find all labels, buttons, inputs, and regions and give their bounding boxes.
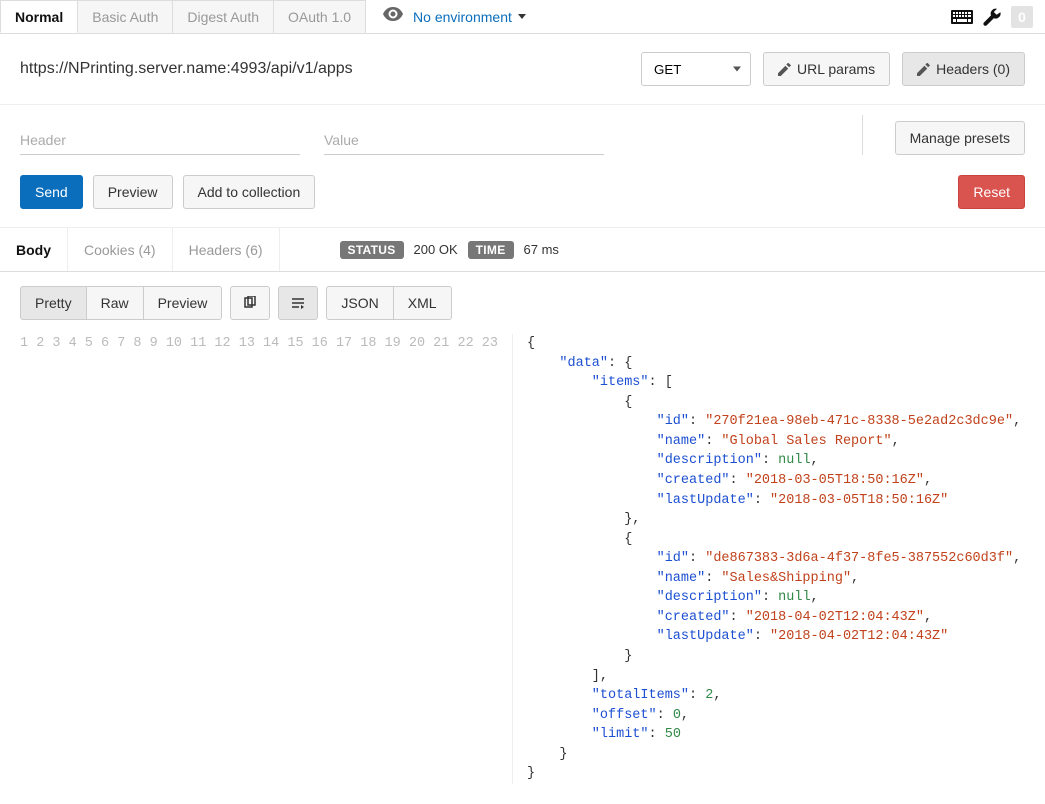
- response-body: 1 2 3 4 5 6 7 8 9 10 11 12 13 14 15 16 1…: [0, 334, 1045, 804]
- code-content[interactable]: { "data": { "items": [ { "id": "270f21ea…: [513, 334, 1021, 784]
- format-xml-button[interactable]: XML: [393, 286, 452, 320]
- time-pill: TIME: [468, 241, 514, 259]
- method-select[interactable]: GET: [641, 52, 751, 86]
- manage-presets-button[interactable]: Manage presets: [895, 121, 1025, 155]
- caret-down-icon: [518, 14, 526, 19]
- response-header: Body Cookies (4) Headers (6) STATUS 200 …: [0, 228, 1045, 272]
- notification-badge[interactable]: 0: [1011, 6, 1033, 28]
- action-row: Send Preview Add to collection Reset: [0, 175, 1045, 228]
- url-params-label: URL params: [797, 61, 875, 77]
- status-area: STATUS 200 OK TIME 67 ms: [340, 241, 559, 259]
- headers-label: Headers (0): [936, 61, 1010, 77]
- environment-label: No environment: [413, 9, 512, 25]
- wrap-lines-button[interactable]: [278, 286, 318, 320]
- environment-area: No environment: [383, 0, 526, 33]
- url-params-button[interactable]: URL params: [763, 52, 890, 86]
- time-value: 67 ms: [524, 242, 559, 257]
- add-to-collection-button[interactable]: Add to collection: [183, 175, 316, 209]
- eye-icon[interactable]: [383, 7, 403, 26]
- top-right-controls: 0: [951, 0, 1045, 33]
- send-button[interactable]: Send: [20, 175, 83, 209]
- auth-tabs: Normal Basic Auth Digest Auth OAuth 1.0: [0, 0, 365, 33]
- preview-button[interactable]: Preview: [93, 175, 173, 209]
- edit-icon: [778, 63, 791, 76]
- copy-icon: [243, 296, 257, 310]
- view-pretty-button[interactable]: Pretty: [20, 286, 87, 320]
- view-mode-group: Pretty Raw Preview: [20, 286, 222, 320]
- reset-button[interactable]: Reset: [958, 175, 1025, 209]
- line-gutter: 1 2 3 4 5 6 7 8 9 10 11 12 13 14 15 16 1…: [20, 334, 513, 784]
- environment-select[interactable]: No environment: [413, 9, 526, 25]
- wrap-icon: [291, 296, 305, 310]
- status-pill: STATUS: [340, 241, 404, 259]
- edit-icon: [917, 63, 930, 76]
- tab-basic-auth[interactable]: Basic Auth: [77, 0, 173, 33]
- headers-kv-row: Manage presets: [0, 105, 1045, 175]
- divider: [862, 115, 863, 155]
- tab-response-headers[interactable]: Headers (6): [173, 228, 280, 271]
- request-row: GET URL params Headers (0): [0, 34, 1045, 105]
- view-preview-button[interactable]: Preview: [143, 286, 223, 320]
- url-input[interactable]: [20, 60, 629, 78]
- format-group: JSON XML: [326, 286, 451, 320]
- tab-digest-auth[interactable]: Digest Auth: [172, 0, 274, 33]
- keyboard-icon[interactable]: [951, 10, 973, 24]
- tab-normal[interactable]: Normal: [0, 0, 78, 33]
- copy-button[interactable]: [230, 286, 270, 320]
- headers-button[interactable]: Headers (0): [902, 52, 1025, 86]
- format-json-button[interactable]: JSON: [326, 286, 393, 320]
- status-value: 200 OK: [414, 242, 458, 257]
- view-raw-button[interactable]: Raw: [86, 286, 144, 320]
- top-bar: Normal Basic Auth Digest Auth OAuth 1.0 …: [0, 0, 1045, 34]
- header-name-input[interactable]: [20, 126, 300, 155]
- header-value-input[interactable]: [324, 126, 604, 155]
- body-toolbar: Pretty Raw Preview JSON XML: [0, 272, 1045, 334]
- tab-cookies[interactable]: Cookies (4): [68, 228, 173, 271]
- settings-icon[interactable]: [983, 8, 1001, 26]
- tab-oauth[interactable]: OAuth 1.0: [273, 0, 366, 33]
- tab-body[interactable]: Body: [0, 228, 68, 271]
